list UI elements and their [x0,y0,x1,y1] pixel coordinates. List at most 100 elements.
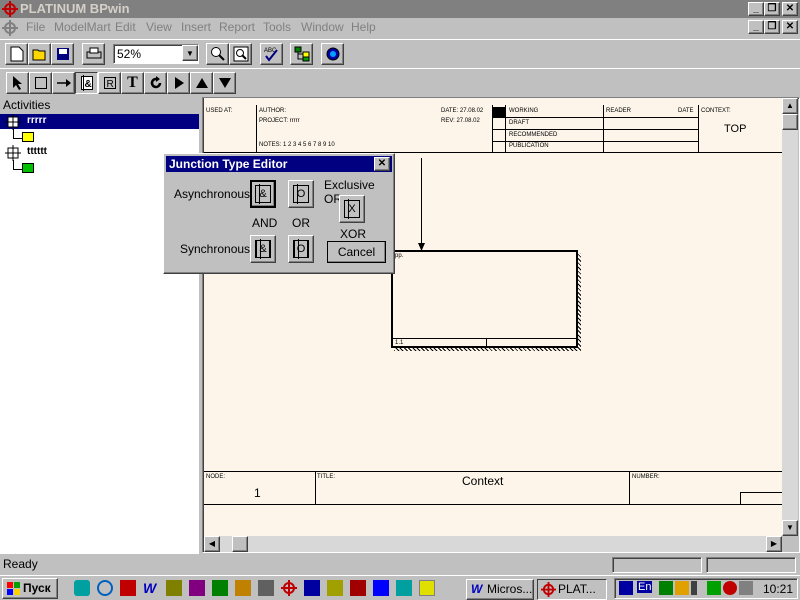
app-launch-icon[interactable] [373,580,389,596]
text-tool-icon[interactable]: T [121,72,144,94]
status-text: Ready [3,557,38,571]
clock[interactable]: 10:21 [763,582,793,596]
tray-icon[interactable] [659,581,673,595]
title-bar: PLATINUM BPwin _ ❐ ✕ [0,0,800,18]
tray-icon[interactable] [619,581,633,595]
scroll-thumb[interactable] [782,114,798,130]
app-launch-icon[interactable] [396,580,412,596]
tray-icon[interactable] [739,581,753,595]
activity-node-icon [5,114,21,130]
menu-modelmart[interactable]: ModelMart [54,20,111,34]
status-marker [493,107,505,117]
app-launch-icon[interactable] [258,580,274,596]
menu-help[interactable]: Help [351,20,376,34]
tree-item-selected[interactable]: rrrrr [0,114,199,130]
vertical-scrollbar[interactable]: ▲ ▼ [782,98,798,536]
activities-header: Activities [0,97,199,114]
zoom-value: 52% [117,47,142,61]
frame-header: USED AT: AUTHOR: PROJECT: rrrrr NOTES: 1… [204,105,782,153]
model-explorer-icon[interactable] [290,43,313,65]
volume-icon[interactable] [691,581,705,595]
ie-icon[interactable] [97,580,113,596]
async-and-button[interactable]: & [250,180,276,208]
tray-icon[interactable] [723,581,737,595]
app-launch-icon[interactable] [327,580,343,596]
status-panel [706,557,796,573]
go-child-icon[interactable] [167,72,190,94]
menu-view[interactable]: View [146,20,172,34]
menu-report[interactable]: Report [219,20,255,34]
menu-window[interactable]: Window [301,20,344,34]
restore-button[interactable]: ❐ [764,2,780,16]
menu-file[interactable]: File [26,20,45,34]
start-label: Пуск [23,581,51,595]
pointer-tool-icon[interactable] [6,72,29,94]
xor-button[interactable]: X [339,195,365,223]
close-button[interactable]: ✕ [782,2,798,16]
activity-box[interactable]: pp. 1.1 [391,250,578,348]
language-indicator[interactable]: En [637,581,653,593]
minimize-button[interactable]: _ [748,2,764,16]
app-launch-icon[interactable] [419,580,435,596]
start-button[interactable]: Пуск [2,578,58,599]
tray-icon[interactable] [675,581,689,595]
scroll-right-icon[interactable]: ▶ [766,536,782,552]
go-parent-icon[interactable] [190,72,213,94]
scroll-up-icon[interactable]: ▲ [782,98,798,114]
desktop-icon[interactable] [74,580,90,596]
word-icon[interactable]: W [143,580,159,596]
scroll-down-icon[interactable]: ▼ [782,520,798,536]
modelmart-icon[interactable] [321,43,344,65]
dialog-close-button[interactable]: ✕ [374,157,390,171]
scroll-left-icon[interactable]: ◀ [204,536,220,552]
arrow-tool-icon[interactable] [52,72,75,94]
horizontal-scrollbar[interactable]: ◀ ▶ [204,536,782,552]
sync-and-junction-icon: & [255,239,271,259]
doc-restore-button[interactable]: ❐ [764,20,780,34]
app-launch-icon[interactable] [166,580,182,596]
tray-icon[interactable] [707,581,721,595]
junction-type-editor-dialog: Junction Type Editor ✕ Asynchronous: & O… [163,153,395,274]
outlook-icon[interactable] [120,580,136,596]
task-bpwin-button[interactable]: PLAT... [537,579,607,600]
rotate-tool-icon[interactable] [144,72,167,94]
app-launch-icon[interactable] [235,580,251,596]
app-launch-icon[interactable] [350,580,366,596]
print-icon[interactable] [82,43,105,65]
scroll-thumb[interactable] [232,536,248,552]
box-tool-icon[interactable] [29,72,52,94]
arrow-line[interactable] [421,158,422,246]
go-down-icon[interactable] [213,72,236,94]
zoom-in-icon[interactable] [206,43,229,65]
synchronous-label: Synchronous: [180,242,254,256]
menu-insert[interactable]: Insert [181,20,211,34]
doc-close-button[interactable]: ✕ [782,20,798,34]
box-divider [486,338,487,346]
doc-minimize-button[interactable]: _ [748,20,764,34]
tree-item-label: rrrrr [27,115,47,126]
app-launch-icon[interactable] [189,580,205,596]
save-icon[interactable] [51,43,74,65]
zoom-select[interactable]: 52% ▼ [113,44,199,64]
excel-icon[interactable] [212,580,228,596]
zoom-out-icon[interactable] [229,43,252,65]
async-or-button[interactable]: O [288,180,314,208]
sync-and-button[interactable]: & [250,235,276,263]
app-launch-icon[interactable] [304,580,320,596]
task-word-button[interactable]: W Micros... [466,579,534,600]
svg-text:&: & [84,79,91,90]
menu-tools[interactable]: Tools [263,20,291,34]
bpwin-icon[interactable] [281,580,297,596]
cancel-button[interactable]: Cancel [327,241,386,263]
frame-divider [493,129,698,130]
spellcheck-icon[interactable]: ABC [260,43,283,65]
junction-tool-icon[interactable]: & [75,72,98,94]
activity-box-number: 1.1 [395,340,404,346]
open-icon[interactable] [28,43,51,65]
chevron-down-icon[interactable]: ▼ [182,45,198,61]
menu-edit[interactable]: Edit [115,20,136,34]
reference-tool-icon[interactable]: R [98,72,121,94]
sync-or-button[interactable]: O [288,235,314,263]
new-icon[interactable] [5,43,28,65]
sync-or-junction-icon: O [293,239,309,259]
